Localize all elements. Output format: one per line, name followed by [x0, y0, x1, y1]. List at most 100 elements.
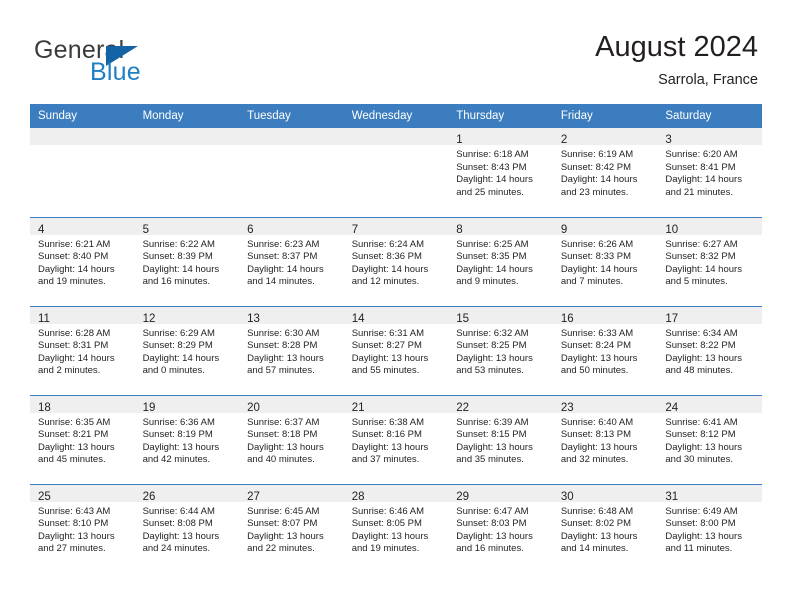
calendar-grid: Sunday Monday Tuesday Wednesday Thursday… — [30, 104, 762, 573]
calendar-cell-day[interactable]: 1 Sunrise: 6:18 AM Sunset: 8:43 PM Daylight… — [448, 128, 553, 217]
calendar-cell-day[interactable]: 20 Sunrise: 6:37 AM Sunset: 8:18 PM Dayligh… — [239, 394, 344, 484]
day-details: Sunrise: 6:36 AM Sunset: 8:19 PM Daylight:… — [135, 413, 240, 467]
sunrise-text: Sunrise: 6:29 AM — [142, 327, 215, 339]
daylight-text-line1: Daylight: 13 hours — [456, 352, 533, 364]
day-number-band — [239, 128, 344, 145]
page-header: General Blue August 2024 Sarrola, France — [0, 0, 792, 103]
day-details: Sunrise: 6:34 AM Sunset: 8:22 PM Daylight:… — [657, 324, 762, 378]
daylight-text-line2: and 0 minutes. — [142, 365, 205, 377]
calendar-cell-day[interactable]: 21 Sunrise: 6:38 AM Sunset: 8:16 PM Dayligh… — [343, 394, 449, 484]
day-number-band: 20 — [239, 395, 344, 414]
calendar-cell-day[interactable]: 2 Sunrise: 6:19 AM Sunset: 8:42 PM Daylight… — [552, 128, 658, 217]
day-number-band: 22 — [448, 395, 553, 414]
calendar-cell-day[interactable]: 28 Sunrise: 6:46 AM Sunset: 8:05 PM Dayligh… — [343, 483, 449, 573]
calendar-cell-empty — [134, 128, 240, 217]
weekday-header-sunday: Sunday — [30, 104, 135, 128]
calendar-cell-day[interactable]: 13 Sunrise: 6:30 AM Sunset: 8:28 PM Dayligh… — [239, 305, 344, 395]
day-details: Sunrise: 6:48 AM Sunset: 8:02 PM Daylight:… — [553, 502, 658, 556]
sunset-text: Sunset: 8:29 PM — [142, 340, 213, 352]
calendar-week-row: 11 Sunrise: 6:28 AM Sunset: 8:31 PM Dayligh… — [30, 305, 762, 395]
calendar-cell-day[interactable]: 23 Sunrise: 6:40 AM Sunset: 8:13 PM Dayligh… — [552, 394, 658, 484]
calendar-cell-day[interactable]: 30 Sunrise: 6:48 AM Sunset: 8:02 PM Dayligh… — [552, 483, 658, 573]
calendar-cell-day[interactable]: 11 Sunrise: 6:28 AM Sunset: 8:31 PM Dayligh… — [30, 305, 135, 395]
calendar-cell-day[interactable]: 3 Sunrise: 6:20 AM Sunset: 8:41 PM Daylight… — [657, 128, 762, 217]
calendar-cell-day[interactable]: 9 Sunrise: 6:26 AM Sunset: 8:33 PM Daylight… — [552, 216, 658, 306]
daylight-text-line2: and 55 minutes. — [351, 365, 420, 377]
day-number-band: 5 — [134, 217, 240, 236]
calendar-cell-day[interactable]: 17 Sunrise: 6:34 AM Sunset: 8:22 PM Dayligh… — [657, 305, 762, 395]
calendar-cell-day[interactable]: 24 Sunrise: 6:41 AM Sunset: 8:12 PM Dayligh… — [657, 394, 762, 484]
sunset-text: Sunset: 8:21 PM — [38, 429, 109, 441]
day-details: Sunrise: 6:41 AM Sunset: 8:12 PM Daylight:… — [657, 413, 762, 467]
calendar-cell-empty — [343, 128, 449, 217]
daylight-text-line2: and 7 minutes. — [560, 276, 624, 288]
daylight-text-line2: and 50 minutes. — [560, 365, 629, 377]
daylight-text-line2: and 35 minutes. — [456, 454, 524, 466]
calendar-cell-day[interactable]: 4 Sunrise: 6:21 AM Sunset: 8:40 PM Daylight… — [30, 216, 135, 306]
daylight-text-line2: and 23 minutes. — [560, 186, 629, 198]
sunrise-text: Sunrise: 6:35 AM — [38, 416, 111, 428]
day-number: 14 — [351, 312, 365, 325]
calendar-cell-day[interactable]: 31 Sunrise: 6:49 AM Sunset: 8:00 PM Dayligh… — [657, 483, 762, 573]
day-number-band — [30, 128, 135, 145]
calendar-cell-day[interactable]: 10 Sunrise: 6:27 AM Sunset: 8:32 PM Dayligh… — [657, 216, 762, 306]
daylight-text-line1: Daylight: 14 hours — [351, 263, 429, 275]
daylight-text-line1: Daylight: 13 hours — [351, 352, 429, 364]
weekday-header-wednesday: Wednesday — [343, 104, 449, 128]
calendar-cell-day[interactable]: 8 Sunrise: 6:25 AM Sunset: 8:35 PM Daylight… — [448, 216, 553, 306]
calendar-cell-day[interactable]: 15 Sunrise: 6:32 AM Sunset: 8:25 PM Dayligh… — [448, 305, 553, 395]
day-number: 24 — [665, 401, 679, 414]
calendar-cell-day[interactable]: 27 Sunrise: 6:45 AM Sunset: 8:07 PM Dayligh… — [239, 483, 344, 573]
day-number: 7 — [351, 223, 359, 236]
sunset-text: Sunset: 8:25 PM — [456, 340, 527, 352]
calendar-cell-day[interactable]: 29 Sunrise: 6:47 AM Sunset: 8:03 PM Dayligh… — [448, 483, 553, 573]
brand-name-blue: Blue — [90, 58, 141, 86]
sunrise-text: Sunrise: 6:49 AM — [665, 505, 738, 517]
daylight-text-line1: Daylight: 13 hours — [665, 352, 742, 364]
sunrise-text: Sunrise: 6:34 AM — [665, 327, 738, 339]
calendar-cell-day[interactable]: 12 Sunrise: 6:29 AM Sunset: 8:29 PM Dayligh… — [134, 305, 240, 395]
calendar-cell-day[interactable]: 7 Sunrise: 6:24 AM Sunset: 8:36 PM Daylight… — [343, 216, 449, 306]
sunset-text: Sunset: 8:27 PM — [351, 340, 422, 352]
calendar-cell-day[interactable]: 19 Sunrise: 6:36 AM Sunset: 8:19 PM Dayligh… — [134, 394, 240, 484]
daylight-text-line1: Daylight: 14 hours — [38, 352, 115, 364]
calendar-cell-day[interactable]: 6 Sunrise: 6:23 AM Sunset: 8:37 PM Daylight… — [239, 216, 344, 306]
daylight-text-line2: and 9 minutes. — [456, 276, 519, 288]
sunrise-text: Sunrise: 6:37 AM — [247, 416, 320, 428]
day-details: Sunrise: 6:27 AM Sunset: 8:32 PM Daylight:… — [657, 235, 762, 289]
calendar-cell-day[interactable]: 14 Sunrise: 6:31 AM Sunset: 8:27 PM Dayligh… — [343, 305, 449, 395]
day-number-band: 8 — [448, 217, 553, 236]
day-details: Sunrise: 6:26 AM Sunset: 8:33 PM Daylight:… — [553, 235, 658, 289]
day-number-band: 27 — [239, 484, 344, 503]
brand-logo[interactable]: General Blue — [34, 36, 274, 86]
daylight-text-line1: Daylight: 13 hours — [142, 530, 220, 542]
daylight-text-line1: Daylight: 13 hours — [247, 352, 324, 364]
calendar-cell-day[interactable]: 25 Sunrise: 6:43 AM Sunset: 8:10 PM Dayligh… — [30, 483, 135, 573]
title-block: August 2024 Sarrola, France — [595, 30, 758, 90]
day-number: 4 — [38, 223, 45, 236]
day-number: 17 — [665, 312, 679, 325]
sunset-text: Sunset: 8:02 PM — [560, 518, 632, 530]
daylight-text-line2: and 21 minutes. — [665, 186, 733, 198]
day-number: 5 — [142, 223, 149, 236]
calendar-cell-day[interactable]: 22 Sunrise: 6:39 AM Sunset: 8:15 PM Dayligh… — [448, 394, 553, 484]
sunset-text: Sunset: 8:03 PM — [456, 518, 527, 530]
day-number: 15 — [456, 312, 470, 325]
day-number-band: 24 — [657, 395, 762, 414]
daylight-text-line1: Daylight: 13 hours — [38, 530, 115, 542]
weekday-header-thursday: Thursday — [448, 104, 553, 128]
day-number-band: 14 — [343, 306, 449, 325]
day-number-band: 28 — [343, 484, 449, 503]
daylight-text-line1: Daylight: 13 hours — [142, 441, 220, 453]
sunset-text: Sunset: 8:43 PM — [456, 161, 527, 173]
calendar-cell-day[interactable]: 16 Sunrise: 6:33 AM Sunset: 8:24 PM Dayligh… — [552, 305, 658, 395]
daylight-text-line2: and 37 minutes. — [351, 454, 420, 466]
day-number-band: 23 — [552, 395, 658, 414]
sunrise-text: Sunrise: 6:46 AM — [351, 505, 425, 517]
daylight-text-line1: Daylight: 14 hours — [142, 263, 220, 275]
calendar-cell-day[interactable]: 18 Sunrise: 6:35 AM Sunset: 8:21 PM Dayligh… — [30, 394, 135, 484]
calendar-cell-day[interactable]: 26 Sunrise: 6:44 AM Sunset: 8:08 PM Dayligh… — [134, 483, 240, 573]
daylight-text-line1: Daylight: 13 hours — [560, 530, 638, 542]
day-details: Sunrise: 6:38 AM Sunset: 8:16 PM Daylight:… — [344, 413, 449, 467]
calendar-cell-day[interactable]: 5 Sunrise: 6:22 AM Sunset: 8:39 PM Daylight… — [134, 216, 240, 306]
